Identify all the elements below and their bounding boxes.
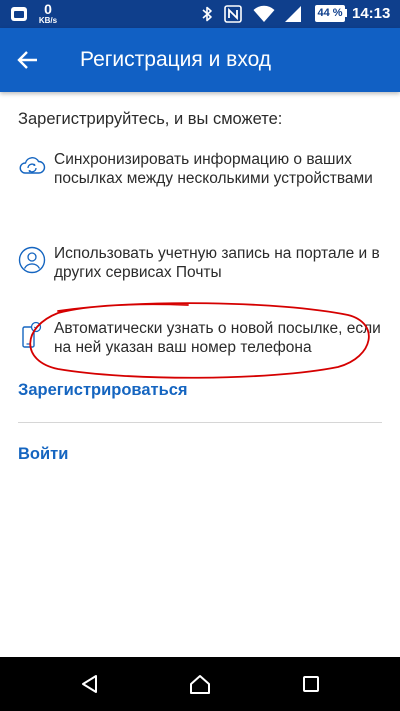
back-button[interactable] [8, 40, 48, 80]
nav-recents-button[interactable] [297, 670, 325, 698]
navigation-bar [0, 657, 400, 711]
nfc-icon [224, 5, 242, 23]
wifi-icon [253, 5, 275, 22]
phone-notification-icon [22, 321, 42, 348]
cell-signal-icon [285, 6, 301, 22]
nav-recents-icon [303, 676, 319, 692]
battery-level: 44 % [315, 5, 345, 22]
network-speed-value: 0 [44, 1, 52, 17]
cloud-sync-icon [19, 157, 46, 174]
network-speed: 0 KB/s [36, 2, 60, 25]
feature-text-phone: Автоматически узнать о новой посылке, ес… [54, 320, 381, 356]
network-speed-unit: KB/s [38, 16, 58, 25]
divider [18, 422, 382, 423]
register-link[interactable]: Зарегистрироваться [18, 381, 188, 400]
status-bar: 0 KB/s 44 % 14:13 [0, 0, 400, 28]
feature-account: Использовать учетную запись на портале и… [18, 244, 388, 284]
feature-sync: Синхронизировать информацию о ваших посы… [18, 150, 388, 210]
bluetooth-icon [202, 6, 212, 22]
nav-back-icon [82, 675, 97, 693]
intro-text: Зарегистрируйтесь, и вы сможете: [18, 110, 283, 128]
page-title: Регистрация и вход [80, 48, 272, 71]
nav-home-button[interactable] [186, 670, 214, 698]
feature-text-sync: Синхронизировать информацию о ваших посы… [54, 151, 373, 187]
feature-text-account: Использовать учетную запись на портале и… [54, 245, 380, 281]
battery-icon [345, 9, 347, 17]
app-notification-icon [11, 7, 27, 21]
app-bar: Регистрация и вход [0, 28, 400, 92]
nav-home-icon [190, 675, 210, 694]
feature-phone: Автоматически узнать о новой посылке, ес… [18, 319, 388, 359]
clock: 14:13 [352, 5, 391, 22]
user-account-icon [18, 246, 46, 274]
login-link[interactable]: Войти [18, 445, 68, 464]
nav-back-button[interactable] [76, 670, 104, 698]
arrow-left-icon [17, 51, 37, 69]
